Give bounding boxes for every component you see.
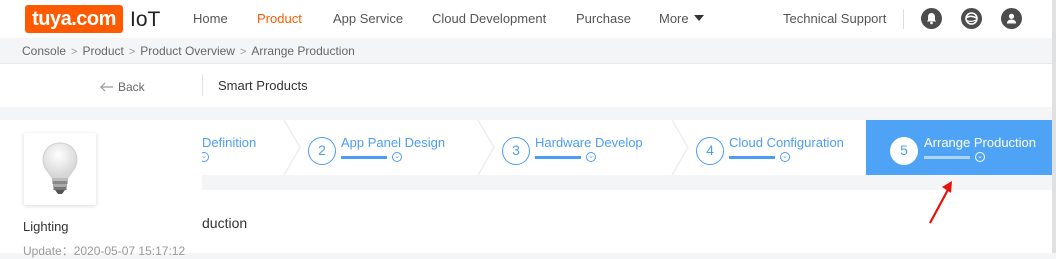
step-progress-bar	[729, 156, 775, 159]
product-update-time: Update：2020-05-07 15:17:12	[23, 244, 186, 258]
breadcrumb-arrange-production: Arrange Production	[251, 44, 355, 58]
step-progress-bar	[924, 156, 970, 159]
sub-header	[0, 64, 1056, 107]
breadcrumb-product-overview[interactable]: Product Overview	[140, 44, 235, 58]
product-image	[24, 133, 96, 205]
chevron-down-icon: ⌄	[975, 152, 985, 162]
chevron-down-icon: ⌄	[586, 152, 596, 162]
back-arrow-icon	[100, 82, 113, 92]
iot-title: IoT	[130, 8, 161, 31]
nav-purchase[interactable]: Purchase	[576, 11, 631, 26]
nav-more-label: More	[659, 11, 689, 26]
nav-more[interactable]: More	[659, 11, 704, 26]
product-name: Lighting	[23, 219, 69, 234]
header-divider	[903, 9, 904, 29]
tuya-logo[interactable]: tuya.com	[25, 5, 123, 33]
nav-app-service[interactable]: App Service	[333, 11, 403, 26]
chevron-right-icon: >	[239, 46, 247, 58]
breadcrumb-product[interactable]: Product	[82, 44, 123, 58]
chevron-down-icon: ⌄	[392, 152, 402, 162]
globe-icon[interactable]	[961, 8, 982, 29]
caret-down-icon	[693, 15, 704, 21]
step-progress-bar	[535, 156, 581, 159]
back-button[interactable]: Back	[100, 80, 145, 94]
chevron-right-icon: >	[128, 46, 136, 58]
content-title: duction	[202, 215, 248, 231]
step-number: 5	[890, 137, 918, 165]
breadcrumb: Console > Product > Product Overview > Arrange…	[22, 44, 355, 58]
technical-support-link[interactable]: Technical Support	[783, 11, 886, 26]
step-label: Hardware Develop	[535, 135, 643, 150]
step-label: Cloud Configuration	[729, 135, 844, 150]
user-icon[interactable]	[1001, 8, 1022, 29]
nav-product[interactable]: Product	[257, 11, 302, 26]
annotation-arrow-icon	[929, 181, 952, 224]
step-5-active[interactable]: 5 Arrange Production ⌄	[866, 120, 1056, 175]
chevron-down-icon: ⌄	[780, 152, 790, 162]
section-title: Smart Products	[218, 78, 308, 93]
step-label: Arrange Production	[924, 135, 1037, 150]
step-progress-bar	[341, 156, 387, 159]
nav-home[interactable]: Home	[193, 11, 228, 26]
development-stepper: Definition ⌄ 2 App Panel Design ⌄ 3 Hard…	[202, 120, 1056, 175]
scrollbar[interactable]	[1052, 0, 1056, 253]
step-number: 4	[696, 137, 724, 165]
bell-icon[interactable]	[921, 8, 942, 29]
step-number: 3	[502, 137, 530, 165]
back-label: Back	[118, 80, 145, 94]
light-bulb-icon	[42, 142, 78, 194]
nav-cloud-development[interactable]: Cloud Development	[432, 11, 546, 26]
step-number: 2	[308, 137, 336, 165]
chevron-right-icon: >	[71, 46, 78, 58]
sub-header-divider	[202, 74, 203, 96]
breadcrumb-console[interactable]: Console	[22, 44, 66, 58]
step-label: App Panel Design	[341, 135, 446, 150]
step-label: Definition	[202, 135, 257, 150]
